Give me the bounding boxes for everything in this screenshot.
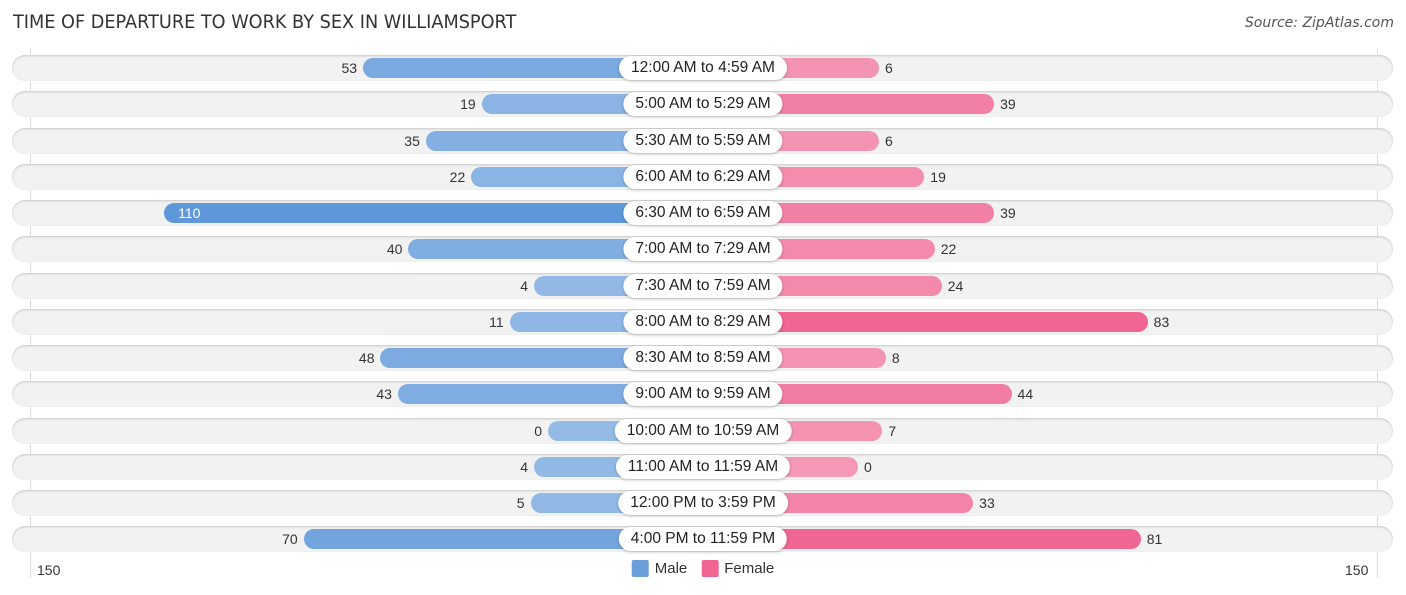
category-label: 5:30 AM to 5:59 AM: [623, 128, 783, 153]
value-label-male: 4: [520, 458, 529, 475]
value-label-male: 35: [404, 132, 420, 149]
axis-label-right: 150: [1345, 562, 1369, 578]
category-label: 10:00 AM to 10:59 AM: [614, 418, 792, 443]
value-label-female: 6: [884, 132, 893, 149]
category-label: 9:00 AM to 9:59 AM: [623, 382, 783, 407]
category-label: 8:30 AM to 8:59 AM: [623, 346, 783, 370]
legend-item-male[interactable]: Male: [631, 560, 688, 577]
value-label-female: 8: [891, 350, 900, 366]
value-label-male: 43: [376, 386, 392, 403]
value-label-male: 4: [520, 277, 529, 294]
value-label-male: 0: [534, 422, 542, 439]
category-label: 12:00 PM to 3:59 PM: [618, 491, 788, 515]
value-label-female: 7: [888, 422, 897, 439]
value-label-female: 83: [1153, 313, 1170, 330]
value-label-female: 44: [1017, 386, 1034, 403]
legend-swatch-female: [701, 560, 719, 577]
value-label-male: 48: [358, 350, 375, 366]
category-label: 6:30 AM to 6:59 AM: [623, 201, 783, 225]
value-label-female: 81: [1146, 531, 1163, 548]
category-label: 12:00 AM to 4:59 AM: [619, 56, 787, 80]
axis-label-left: 150: [37, 562, 61, 578]
legend: Male Female: [631, 560, 774, 577]
legend-label-female: Female: [724, 560, 775, 577]
category-label: 5:00 AM to 5:29 AM: [623, 92, 783, 117]
value-label-male: 53: [341, 60, 358, 76]
value-label-male: 40: [386, 241, 403, 258]
category-label: 7:30 AM to 7:59 AM: [623, 273, 783, 298]
value-label-male: 11: [489, 313, 504, 330]
value-label-female: 6: [884, 60, 893, 76]
value-label-female: 0: [864, 458, 872, 475]
value-label-male: 70: [282, 531, 298, 548]
bar-male[interactable]: [164, 203, 703, 223]
chart-title: TIME OF DEPARTURE TO WORK BY SEX IN WILL…: [13, 11, 517, 33]
value-label-female: 19: [930, 168, 946, 185]
category-label: 8:00 AM to 8:29 AM: [623, 309, 783, 334]
value-label-female: 22: [940, 241, 957, 258]
legend-item-female[interactable]: Female: [701, 560, 774, 577]
value-label-male: 110: [178, 205, 201, 221]
value-label-male: 5: [516, 495, 525, 511]
value-label-male: 22: [449, 168, 466, 185]
value-label-male: 19: [460, 96, 476, 113]
value-label-female: 24: [947, 277, 964, 294]
category-label: 6:00 AM to 6:29 AM: [623, 164, 783, 189]
category-label: 11:00 AM to 11:59 AM: [615, 454, 791, 479]
source-label: Source: ZipAtlas.com: [1244, 15, 1394, 31]
category-label: 4:00 PM to 11:59 PM: [618, 527, 788, 552]
legend-swatch-male: [631, 560, 649, 577]
value-label-female: 39: [1000, 205, 1016, 221]
value-label-female: 39: [1000, 96, 1016, 113]
value-label-female: 33: [979, 495, 995, 511]
legend-label-male: Male: [654, 560, 688, 577]
category-label: 7:00 AM to 7:29 AM: [623, 237, 783, 262]
